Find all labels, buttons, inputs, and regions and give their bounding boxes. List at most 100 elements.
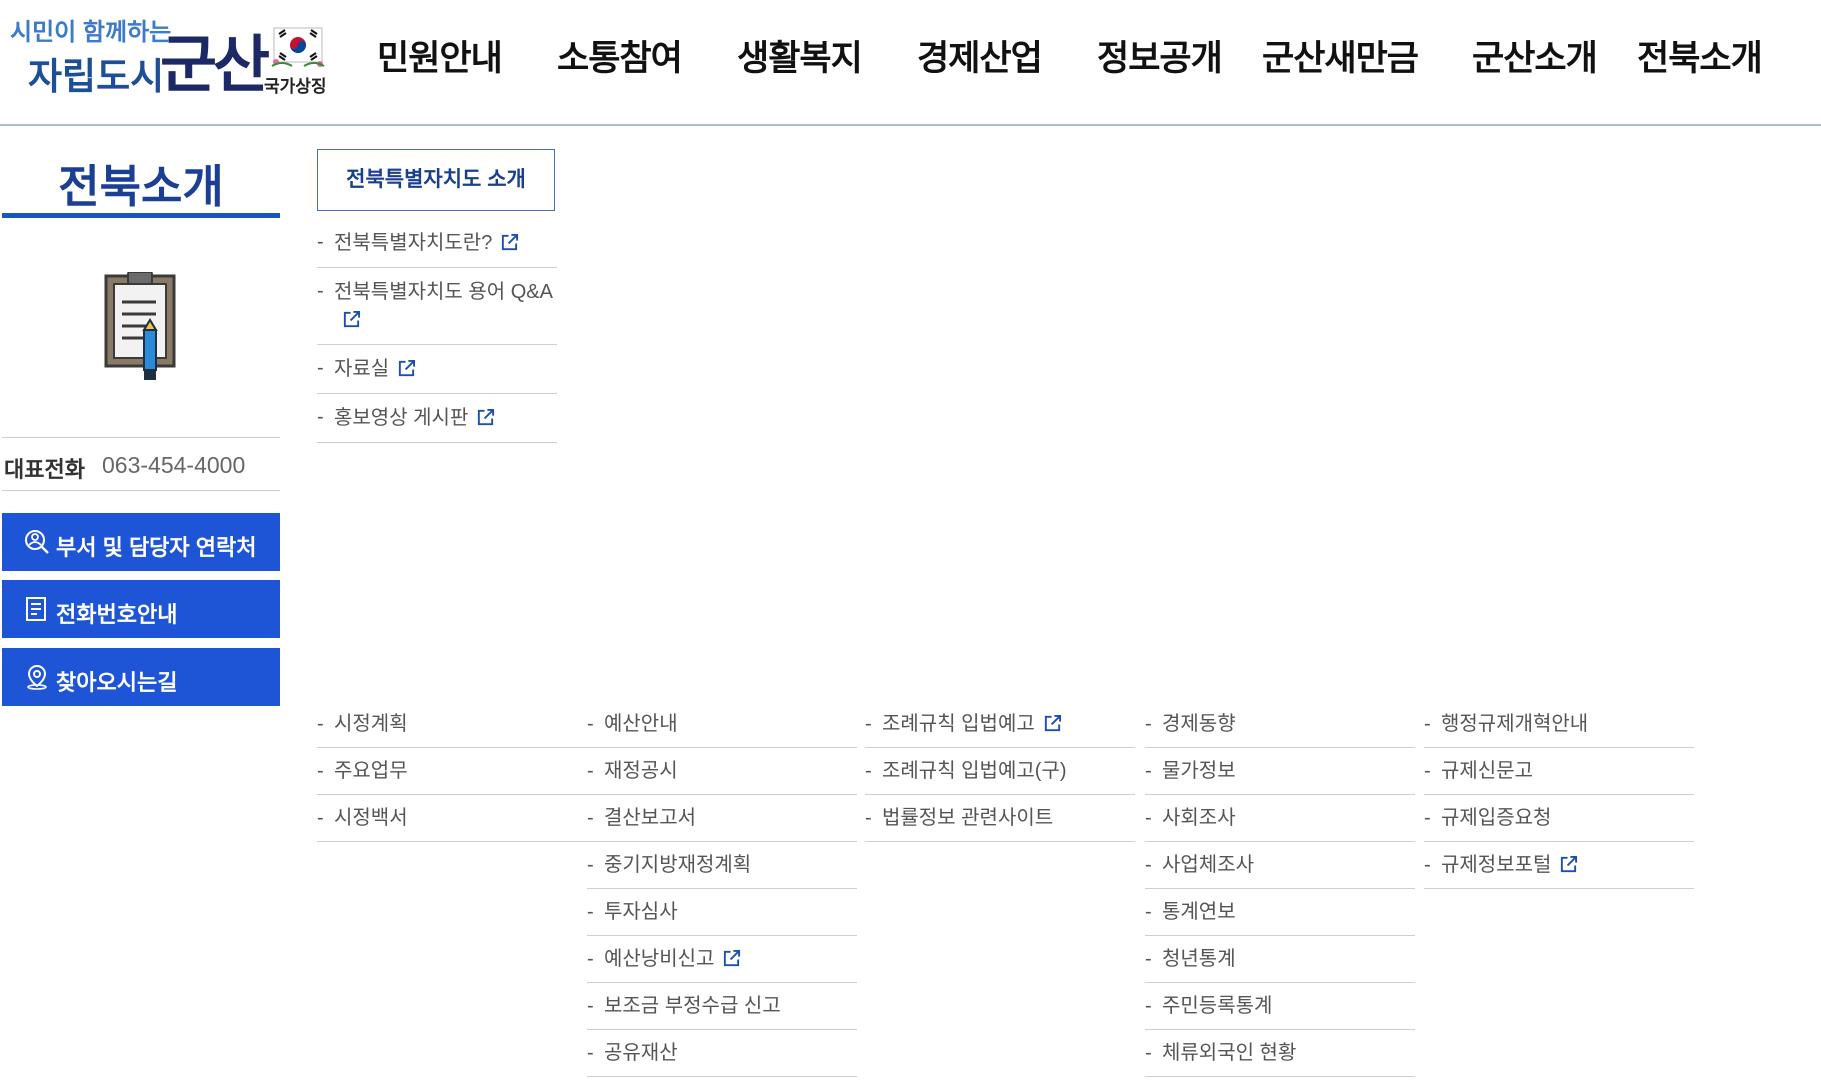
external-link-icon — [1561, 855, 1578, 873]
nav-minwon[interactable]: 민원안내 — [377, 30, 503, 81]
list-item-label: 조례규칙 입법예고 — [882, 713, 1035, 735]
national-symbol-caption: 국가상징 — [264, 77, 327, 96]
list-item[interactable]: 경제동향 — [1145, 701, 1415, 748]
logo-brand: 군산 — [160, 28, 270, 101]
list-item[interactable]: 조례규칙 입법예고 — [865, 701, 1135, 748]
site-logo[interactable]: 시민이 함께하는 자립도시 군산 국가상징 — [10, 8, 340, 113]
list-item-label: 청년통계 — [1162, 948, 1236, 970]
list-item[interactable]: 체류외국인 현황 — [1145, 1030, 1415, 1077]
submenu-list: 전북특별자치도란? 전북특별자치도 용어 Q&A 자료실 홍보영상 게시판 — [317, 219, 557, 443]
list-item[interactable]: 투자심사 — [587, 889, 857, 936]
list-item-label: 규제신문고 — [1441, 760, 1533, 782]
sidebar-title: 전북소개 — [58, 161, 224, 212]
list-item[interactable]: 중기지방재정계획 — [587, 842, 857, 889]
list-item[interactable]: 결산보고서 — [587, 795, 857, 842]
link-column-plan: 시정계획 주요업무 시정백서 — [317, 701, 587, 842]
list-item[interactable]: 보조금 부정수급 신고 — [587, 983, 857, 1030]
link-column-legislation: 조례규칙 입법예고 조례규칙 입법예고(구) 법률정보 관련사이트 — [865, 701, 1135, 842]
link-column-statistics: 경제동향 물가정보 사회조사 사업체조사 통계연보 청년통계 주민등록통계 체류… — [1145, 701, 1415, 1077]
nav-information[interactable]: 정보공개 — [1097, 30, 1223, 81]
list-item[interactable]: 사회조사 — [1145, 795, 1415, 842]
list-item[interactable]: 규제신문고 — [1424, 748, 1694, 795]
sidebar-title-underline — [2, 213, 280, 218]
list-item-label: 조례규칙 입법예고(구) — [882, 760, 1067, 782]
logo-slogan-small: 시민이 함께하는 — [10, 19, 172, 46]
nav-about-gunsan[interactable]: 군산소개 — [1472, 30, 1598, 81]
list-item-label: 예산안내 — [604, 713, 678, 735]
external-link-icon — [399, 359, 416, 377]
list-item[interactable]: 물가정보 — [1145, 748, 1415, 795]
list-item-label: 규제입증요청 — [1441, 807, 1552, 829]
list-item[interactable]: 재정공시 — [587, 748, 857, 795]
list-item-label: 시정계획 — [334, 713, 408, 735]
list-item[interactable]: 예산낭비신고 — [587, 936, 857, 983]
phone-number: 063-454-4000 — [102, 452, 246, 478]
department-contacts-button[interactable]: 부서 및 담당자 연락처 — [2, 513, 280, 571]
phone-label: 대표전화 — [4, 457, 85, 482]
clipboard-pen-icon — [104, 272, 176, 380]
list-item-label: 보조금 부정수급 신고 — [604, 995, 781, 1017]
list-item-label: 주민등록통계 — [1162, 995, 1273, 1017]
external-link-icon — [343, 310, 361, 328]
phone-directory-button[interactable]: 전화번호안내 — [2, 580, 280, 638]
list-item[interactable]: 공유재산 — [587, 1030, 857, 1077]
link-column-budget: 예산안내 재정공시 결산보고서 중기지방재정계획 투자심사 예산낭비신고 보조금… — [587, 701, 857, 1077]
list-item-label: 사회조사 — [1162, 807, 1236, 829]
list-item-label: 규제정보포털 — [1441, 854, 1552, 876]
main-phone: 대표전화 063-454-4000 — [2, 437, 280, 491]
submenu-item-label: 전북특별자치도란? — [334, 232, 493, 254]
nav-economy[interactable]: 경제산업 — [917, 30, 1043, 81]
external-link-icon — [478, 408, 495, 426]
directions-label: 찾아오시는길 — [56, 670, 178, 695]
nav-about-jeonbuk[interactable]: 전북소개 — [1637, 30, 1763, 81]
submenu-item-label: 전북특별자치도 용어 Q&A — [334, 281, 553, 303]
national-flag-icon — [271, 27, 325, 67]
list-item[interactable]: 규제정보포털 — [1424, 842, 1694, 889]
directions-button[interactable]: 찾아오시는길 — [2, 648, 280, 706]
list-item[interactable]: 행정규제개혁안내 — [1424, 701, 1694, 748]
list-item-label: 법률정보 관련사이트 — [882, 807, 1054, 829]
nav-communication[interactable]: 소통참여 — [557, 30, 683, 81]
list-item-label: 투자심사 — [604, 901, 678, 923]
list-item[interactable]: 조례규칙 입법예고(구) — [865, 748, 1135, 795]
submenu-item-label: 자료실 — [334, 358, 390, 380]
submenu-item-archive[interactable]: 자료실 — [317, 345, 557, 394]
list-item[interactable]: 예산안내 — [587, 701, 857, 748]
submenu-heading[interactable]: 전북특별자치도 소개 — [317, 149, 555, 211]
list-item-label: 결산보고서 — [604, 807, 696, 829]
list-item-label: 물가정보 — [1162, 760, 1236, 782]
list-item[interactable]: 시정백서 — [317, 795, 587, 842]
list-item-label: 시정백서 — [334, 807, 408, 829]
submenu-item-promo-video[interactable]: 홍보영상 게시판 — [317, 394, 557, 443]
list-item-label: 통계연보 — [1162, 901, 1236, 923]
document-list-icon — [26, 597, 46, 621]
list-item-label: 중기지방재정계획 — [604, 854, 752, 876]
list-item-label: 경제동향 — [1162, 713, 1236, 735]
list-item[interactable]: 시정계획 — [317, 701, 587, 748]
list-item[interactable]: 사업체조사 — [1145, 842, 1415, 889]
list-item[interactable]: 청년통계 — [1145, 936, 1415, 983]
list-item-label: 체류외국인 현황 — [1162, 1042, 1297, 1064]
list-item[interactable]: 주민등록통계 — [1145, 983, 1415, 1030]
list-item-label: 행정규제개혁안내 — [1441, 713, 1589, 735]
external-link-icon — [1044, 714, 1061, 732]
list-item-label: 재정공시 — [604, 760, 678, 782]
list-item[interactable]: 주요업무 — [317, 748, 587, 795]
submenu-item-label: 홍보영상 게시판 — [334, 407, 469, 429]
submenu-item-about[interactable]: 전북특별자치도란? — [317, 219, 557, 268]
location-pin-icon — [27, 664, 47, 690]
list-item-label: 예산낭비신고 — [604, 948, 715, 970]
list-item-label: 공유재산 — [604, 1042, 678, 1064]
submenu-item-terms-qa[interactable]: 전북특별자치도 용어 Q&A — [317, 268, 557, 345]
external-link-icon — [502, 233, 519, 251]
nav-welfare[interactable]: 생활복지 — [737, 30, 863, 81]
search-person-icon — [25, 530, 49, 554]
list-item[interactable]: 규제입증요청 — [1424, 795, 1694, 842]
link-column-regulation: 행정규제개혁안내 규제신문고 규제입증요청 규제정보포털 — [1424, 701, 1694, 889]
site-header: 시민이 함께하는 자립도시 군산 국가상징 민원안내 소통참여 생활복지 경제산… — [0, 0, 1821, 126]
nav-saemangeum[interactable]: 군산새만금 — [1262, 30, 1419, 81]
logo-slogan-big: 자립도시 — [28, 56, 165, 97]
list-item[interactable]: 법률정보 관련사이트 — [865, 795, 1135, 842]
external-link-icon — [724, 949, 741, 967]
list-item[interactable]: 통계연보 — [1145, 889, 1415, 936]
